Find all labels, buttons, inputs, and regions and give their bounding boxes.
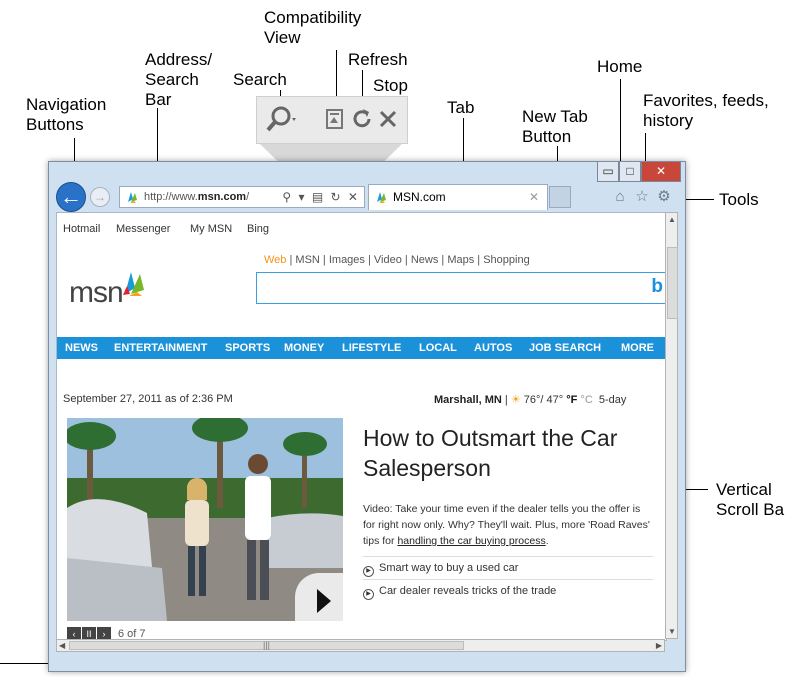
search-tab-maps[interactable]: Maps (447, 254, 474, 266)
link-hotmail[interactable]: Hotmail (63, 223, 100, 235)
tools-gear-icon[interactable]: ⚙ (656, 188, 672, 206)
msn-logo[interactable]: msn (69, 272, 144, 310)
back-arrow-icon: ← (60, 184, 82, 209)
forecast-link[interactable]: 5-day (599, 394, 627, 406)
link-my-msn[interactable]: My MSN (190, 223, 232, 235)
address-bar-callout: Address/ Search Bar (145, 50, 213, 109)
scroll-up-arrow-icon[interactable]: ▲ (668, 215, 676, 224)
search-tab-web[interactable]: Web (264, 254, 286, 266)
vertical-scroll-callout: Vertical Scroll Ba (716, 480, 785, 519)
leader-line (336, 50, 337, 102)
unit-fahrenheit[interactable]: °F (566, 394, 577, 406)
address-bar[interactable]: http://www.msn.com/ ⚲ ▾ ▤ ↻ ✕ (119, 186, 365, 208)
close-window-button[interactable]: ✕ (641, 162, 681, 182)
date-stamp: September 27, 2011 as of 2:36 PM (63, 393, 233, 405)
horizontal-scroll-thumb[interactable]: ||| (69, 641, 464, 650)
related-story[interactable]: ▶ Smart way to buy a used car (363, 556, 653, 579)
unit-celsius[interactable]: °C (580, 394, 592, 406)
browser-window: ▭ □ ✕ ← → http://www.msn.com/ ⚲ ▾ ▤ ↻ ✕ … (48, 161, 686, 672)
story-link[interactable]: handling the car buying process (397, 535, 545, 547)
favorites-callout: Favorites, feeds, history (643, 91, 769, 130)
play-circle-icon: ▶ (363, 589, 374, 600)
search-tab-video[interactable]: Video (374, 254, 402, 266)
featured-photo[interactable] (67, 418, 343, 621)
scroll-right-arrow-icon[interactable]: ▶ (656, 641, 662, 650)
scroll-down-arrow-icon[interactable]: ▼ (668, 627, 676, 636)
vertical-scrollbar[interactable]: ▲ ▼ (665, 212, 678, 639)
weather-temps: 76°/ 47° (523, 394, 564, 406)
msn-butterfly-icon (377, 192, 386, 203)
play-button[interactable] (295, 573, 343, 621)
tab-msn[interactable]: MSN.com ✕ (368, 184, 548, 210)
story-headline[interactable]: How to Outsmart the Car Salesperson (363, 423, 643, 483)
compatibility-view-callout: Compatibility View (264, 8, 362, 47)
favorites-star-icon[interactable]: ☆ (634, 188, 650, 206)
nav-job-search[interactable]: JOB SEARCH (529, 337, 601, 359)
nav-sports[interactable]: SPORTS (225, 337, 270, 359)
nav-local[interactable]: LOCAL (419, 337, 457, 359)
story-blurb: Video: Take your time even if the dealer… (363, 503, 650, 547)
search-tab-msn[interactable]: MSN (295, 254, 319, 266)
nav-entertainment[interactable]: ENTERTAINMENT (114, 337, 207, 359)
new-tab-button[interactable] (549, 186, 571, 208)
play-circle-icon: ▶ (363, 566, 374, 577)
nav-money[interactable]: MONEY (284, 337, 324, 359)
address-bar-tools[interactable]: ⚲ ▾ ▤ ↻ ✕ (282, 187, 360, 207)
weather-sun-icon: ☀ (510, 394, 521, 406)
vertical-scroll-thumb[interactable] (667, 247, 678, 319)
search-tabs: Web | MSN | Images | Video | News | Maps… (264, 254, 530, 266)
search-tab-shopping[interactable]: Shopping (483, 254, 530, 266)
address-url: http://www.msn.com/ (144, 191, 250, 203)
home-icon[interactable]: ⌂ (612, 188, 628, 206)
nav-lifestyle[interactable]: LIFESTYLE (342, 337, 401, 359)
scroll-left-arrow-icon[interactable]: ◀ (59, 641, 65, 650)
msn-butterfly-icon (123, 272, 144, 296)
home-callout: Home (597, 57, 643, 76)
search-tab-images[interactable]: Images (329, 254, 365, 266)
related-story[interactable]: ▶ Car dealer reveals tricks of the trade (363, 579, 653, 602)
navigation-buttons-callout: Navigation Buttons (26, 95, 107, 134)
play-icon (317, 589, 331, 613)
weather-location[interactable]: Marshall, MN (434, 394, 502, 406)
search-callout: Search (233, 70, 287, 89)
link-bing[interactable]: Bing (247, 223, 269, 235)
nav-news[interactable]: NEWS (65, 337, 98, 359)
msn-search-input[interactable]: b (256, 272, 666, 304)
stop-callout: Stop (373, 76, 408, 95)
search-tab-news[interactable]: News (411, 254, 439, 266)
stop-icon[interactable] (375, 103, 401, 135)
nav-autos[interactable]: AUTOS (474, 337, 512, 359)
zoomed-address-toolbar (256, 96, 408, 144)
horizontal-scrollbar[interactable]: ◀ ||| ▶ (56, 639, 665, 652)
weather-widget[interactable]: Marshall, MN | ☀ 76°/ 47° °F °C 5-day (434, 393, 626, 406)
msn-nav-bar: NEWS ENTERTAINMENT SPORTS MONEY LIFESTYL… (57, 337, 666, 359)
compatibility-view-icon[interactable] (323, 103, 347, 135)
web-page: Hotmail Messenger My MSN Bing Web | MSN … (56, 212, 667, 641)
tab-close-icon[interactable]: ✕ (529, 185, 539, 209)
nav-more[interactable]: MORE (621, 337, 654, 359)
back-button[interactable]: ← (56, 182, 86, 212)
forward-arrow-icon: → (94, 190, 106, 204)
bing-search-icon[interactable]: b (651, 276, 663, 298)
search-icon[interactable] (263, 103, 299, 135)
maximize-button[interactable]: □ (619, 162, 641, 182)
tools-callout: Tools (719, 190, 759, 209)
new-tab-callout: New Tab Button (522, 107, 588, 146)
link-messenger[interactable]: Messenger (116, 223, 170, 235)
forward-button[interactable]: → (90, 187, 110, 207)
refresh-callout: Refresh (348, 50, 408, 69)
msn-butterfly-icon (128, 192, 137, 203)
tab-callout: Tab (447, 98, 475, 117)
refresh-icon[interactable] (349, 103, 375, 135)
tab-label: MSN.com (393, 190, 446, 204)
minimize-button[interactable]: ▭ (597, 162, 619, 182)
